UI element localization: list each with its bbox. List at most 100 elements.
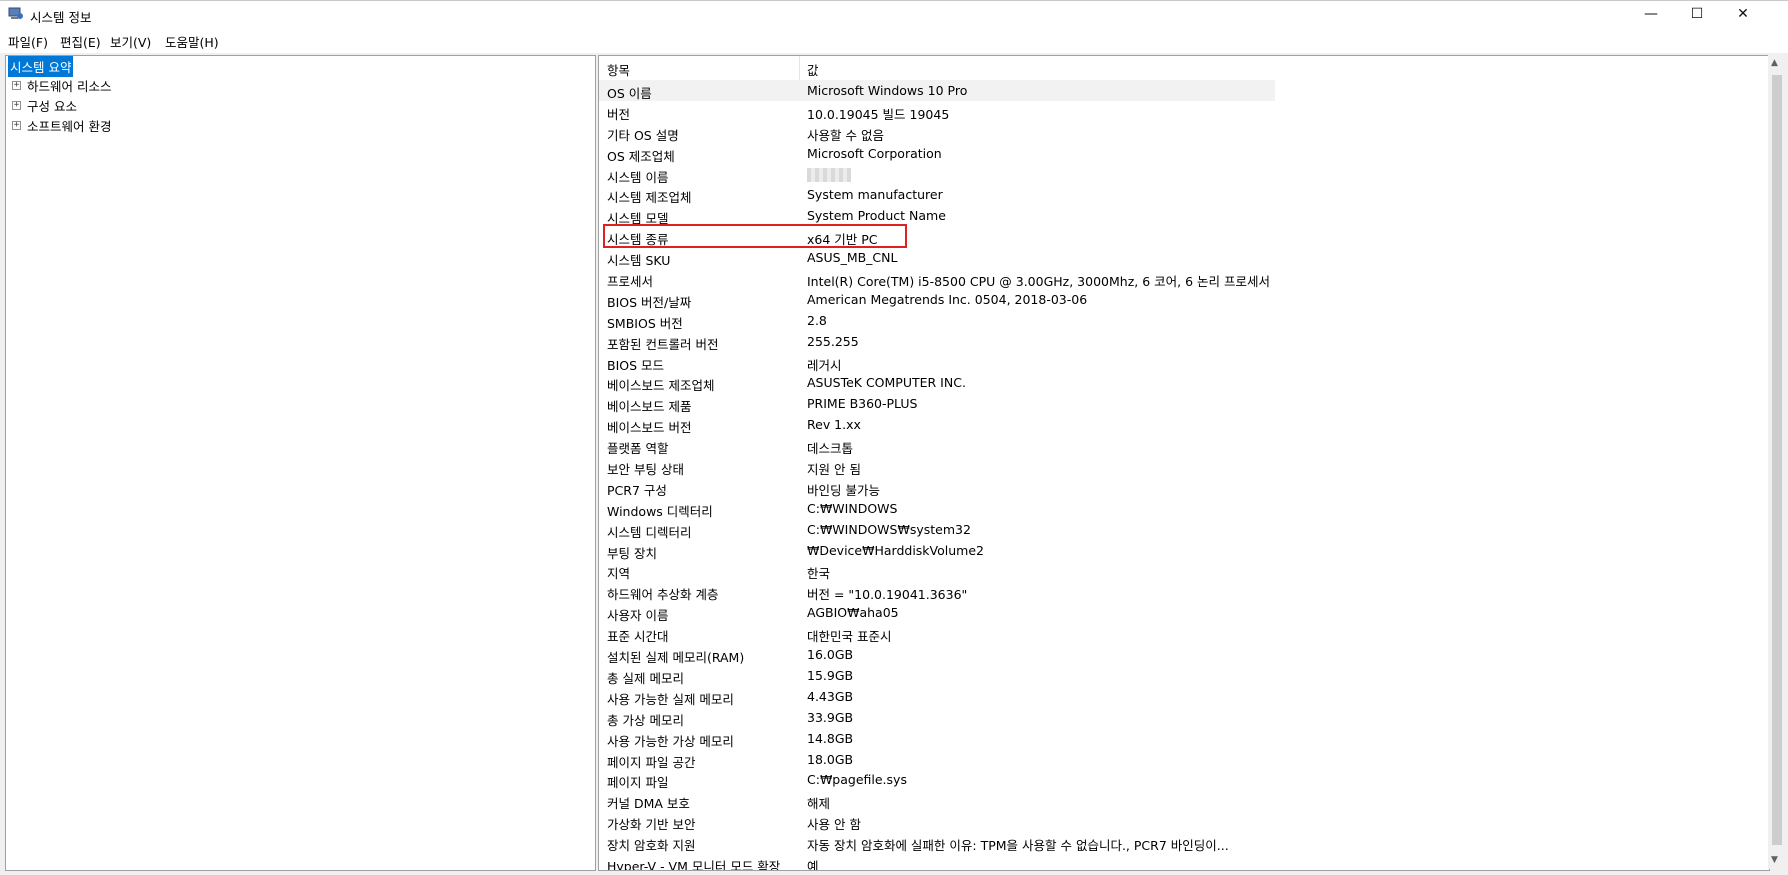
table-row[interactable]: 가상화 기반 보안 사용 안 함 — [599, 811, 1275, 832]
row-value: 사용할 수 없음 — [807, 127, 884, 143]
table-row[interactable]: OS 제조업체 Microsoft Corporation — [599, 143, 1275, 164]
column-header-value[interactable]: 값 — [807, 60, 819, 79]
table-row[interactable]: 장치 암호화 지원 자동 장치 암호화에 실패한 이유: TPM을 사용할 수 없… — [599, 832, 1275, 853]
tree-item-software-environment[interactable]: + 소프트웨어 환경 — [12, 116, 113, 134]
row-value: 255.255 — [807, 333, 859, 349]
table-row[interactable]: 부팅 장치 ₩Device₩HarddiskVolume2 — [599, 540, 1275, 561]
table-row[interactable]: 사용자 이름 AGBIO₩aha05 — [599, 602, 1275, 623]
scrollbar-thumb[interactable] — [1772, 75, 1782, 845]
menu-bar: 파일(F) 편집(E) 보기(V) 도움말(H) — [0, 26, 1788, 52]
tree-item-label: 시스템 요약 — [8, 55, 74, 77]
menu-file[interactable]: 파일(F) — [8, 32, 48, 51]
table-row[interactable]: 지역 한국 — [599, 560, 1275, 581]
table-row[interactable]: 시스템 이름 — [599, 164, 1275, 185]
row-item: OS 제조업체 — [607, 148, 675, 164]
row-value: 지원 안 됨 — [807, 462, 861, 478]
row-value: 예 — [807, 858, 819, 871]
row-item: 버전 — [607, 106, 631, 122]
window-title: 시스템 정보 — [30, 10, 92, 25]
tree-item-components[interactable]: + 구성 요소 — [12, 96, 79, 114]
menu-view[interactable]: 보기(V) — [110, 32, 151, 51]
maximize-button[interactable]: ☐ — [1674, 1, 1720, 27]
details-list[interactable]: 항목 값 OS 이름 Microsoft Windows 10 Pro 버전 10.0… — [598, 55, 1770, 871]
table-row[interactable]: 총 가상 메모리 33.9GB — [599, 707, 1275, 728]
row-item: SMBIOS 버전 — [607, 315, 683, 331]
row-item: 베이스보드 제품 — [607, 399, 692, 415]
scroll-down-icon[interactable]: ▼ — [1771, 855, 1778, 865]
row-item: 총 실제 메모리 — [607, 670, 684, 686]
vertical-scrollbar[interactable]: ▲ ▼ — [1768, 55, 1786, 869]
table-row[interactable]: 사용 가능한 실제 메모리 4.43GB — [599, 686, 1275, 707]
table-row[interactable]: 시스템 제조업체 System manufacturer — [599, 184, 1275, 205]
row-item: BIOS 버전/날짜 — [607, 294, 692, 310]
row-value: 33.9GB — [807, 709, 854, 725]
row-value: 자동 장치 암호화에 실패한 이유: TPM을 사용할 수 없습니다., PCR… — [807, 838, 1229, 854]
menu-help[interactable]: 도움말(H) — [165, 32, 219, 51]
row-value: System manufacturer — [807, 187, 943, 203]
table-row[interactable]: 커널 DMA 보호 해제 — [599, 790, 1275, 811]
row-value: 데스크톱 — [807, 441, 854, 457]
row-item: 하드웨어 추상화 계층 — [607, 587, 719, 603]
table-row[interactable]: 베이스보드 버전 Rev 1.xx — [599, 414, 1275, 435]
table-row[interactable]: BIOS 버전/날짜 American Megatrends Inc. 0504,… — [599, 289, 1275, 310]
menu-edit[interactable]: 편집(E) — [60, 32, 101, 51]
expand-icon[interactable]: + — [12, 120, 21, 130]
row-item: 기타 OS 설명 — [607, 127, 679, 143]
table-row[interactable]: 프로세서 Intel(R) Core(TM) i5-8500 CPU @ 3.00… — [599, 268, 1275, 289]
table-row[interactable]: Windows 디렉터리 C:₩WINDOWS — [599, 498, 1275, 519]
minimize-button[interactable]: — — [1628, 1, 1674, 27]
table-row[interactable]: Hyper-V - VM 모니터 모드 확장 예 — [599, 853, 1275, 871]
row-item: 보안 부팅 상태 — [607, 462, 684, 478]
table-row[interactable]: 하드웨어 추상화 계층 버전 = "10.0.19041.3636" — [599, 581, 1275, 602]
table-row[interactable]: 총 실제 메모리 15.9GB — [599, 665, 1275, 686]
row-item: 설치된 실제 메모리(RAM) — [607, 650, 745, 666]
row-item: 시스템 디렉터리 — [607, 524, 692, 540]
close-button[interactable]: ✕ — [1720, 1, 1766, 27]
expand-icon[interactable]: + — [12, 100, 21, 110]
list-header: 항목 값 — [599, 56, 1275, 81]
row-value: 사용 안 함 — [807, 817, 861, 833]
table-row[interactable]: 플랫폼 역할 데스크톱 — [599, 435, 1275, 456]
table-row[interactable]: 버전 10.0.19045 빌드 19045 — [599, 101, 1275, 122]
table-row[interactable]: 사용 가능한 가상 메모리 14.8GB — [599, 728, 1275, 749]
row-item: PCR7 구성 — [607, 482, 667, 498]
category-tree[interactable]: 시스템 요약 + 하드웨어 리소스 + 구성 요소 + 소프트웨어 환경 — [5, 55, 596, 871]
row-value: Intel(R) Core(TM) i5-8500 CPU @ 3.00GHz,… — [807, 274, 1270, 290]
row-value: C:₩pagefile.sys — [807, 772, 907, 788]
table-row[interactable]: 페이지 파일 공간 18.0GB — [599, 749, 1275, 770]
row-item: 지역 — [607, 566, 631, 582]
table-row[interactable]: 기타 OS 설명 사용할 수 없음 — [599, 122, 1275, 143]
table-row[interactable]: 시스템 SKU ASUS_MB_CNL — [599, 247, 1275, 268]
table-row[interactable]: PCR7 구성 바인딩 불가능 — [599, 477, 1275, 498]
row-value: American Megatrends Inc. 0504, 2018-03-0… — [807, 291, 1088, 307]
row-value: 레거시 — [807, 357, 842, 373]
table-row[interactable]: 페이지 파일 C:₩pagefile.sys — [599, 769, 1275, 790]
row-item: Hyper-V - VM 모니터 모드 확장 — [607, 858, 781, 871]
row-value: ASUSTeK COMPUTER INC. — [807, 375, 966, 391]
row-value: 대한민국 표준시 — [807, 629, 892, 645]
maximize-icon: ☐ — [1690, 6, 1704, 22]
table-row[interactable]: 베이스보드 제조업체 ASUSTeK COMPUTER INC. — [599, 372, 1275, 393]
table-row[interactable]: 표준 시간대 대한민국 표준시 — [599, 623, 1275, 644]
tree-item-hardware-resources[interactable]: + 하드웨어 리소스 — [12, 76, 113, 94]
column-divider[interactable] — [799, 56, 800, 80]
tree-item-system-summary[interactable]: 시스템 요약 — [8, 55, 74, 77]
table-row[interactable]: OS 이름 Microsoft Windows 10 Pro — [599, 80, 1275, 101]
row-value: PRIME B360-PLUS — [807, 396, 918, 412]
row-item: BIOS 모드 — [607, 357, 665, 373]
close-icon: ✕ — [1737, 6, 1749, 22]
table-row[interactable]: BIOS 모드 레거시 — [599, 352, 1275, 373]
row-item: 장치 암호화 지원 — [607, 838, 696, 854]
row-item: Windows 디렉터리 — [607, 503, 713, 519]
table-row[interactable]: 설치된 실제 메모리(RAM) 16.0GB — [599, 644, 1275, 665]
row-value: AGBIO₩aha05 — [807, 605, 899, 621]
table-row[interactable]: 베이스보드 제품 PRIME B360-PLUS — [599, 393, 1275, 414]
column-header-item[interactable]: 항목 — [607, 60, 630, 79]
table-row[interactable]: 포함된 컨트롤러 버전 255.255 — [599, 331, 1275, 352]
table-row[interactable]: SMBIOS 버전 2.8 — [599, 310, 1275, 331]
minimize-icon: — — [1644, 6, 1658, 22]
expand-icon[interactable]: + — [12, 80, 21, 90]
scroll-up-icon[interactable]: ▲ — [1771, 58, 1778, 68]
table-row[interactable]: 보안 부팅 상태 지원 안 됨 — [599, 456, 1275, 477]
table-row[interactable]: 시스템 디렉터리 C:₩WINDOWS₩system32 — [599, 519, 1275, 540]
